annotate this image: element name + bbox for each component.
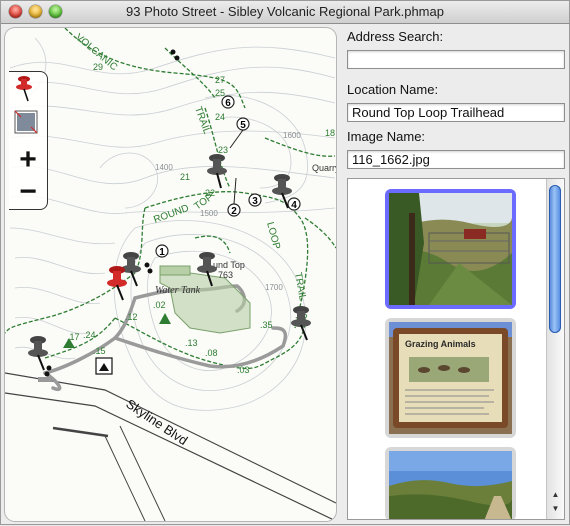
svg-text:.02: .02	[153, 300, 166, 310]
svg-text:22: 22	[205, 188, 215, 198]
title-bar: 93 Photo Street - Sibley Volcanic Region…	[1, 1, 569, 24]
trail-label-loop: LOOP	[264, 221, 282, 251]
trail-map[interactable]: Skyline Blvd VOLCANIC TRAIL ROUND TOP LO…	[5, 28, 336, 521]
svg-text:27: 27	[215, 75, 225, 85]
scroll-thumb[interactable]	[549, 185, 561, 333]
svg-text:18: 18	[325, 128, 335, 138]
svg-text:25: 25	[215, 88, 225, 98]
photo-fence	[389, 193, 512, 305]
pin-tool[interactable]	[14, 76, 42, 104]
trail-label-round: ROUND	[152, 203, 190, 226]
svg-text:.08: .08	[205, 348, 218, 358]
photo-thumbnail[interactable]: Grazing Animals	[385, 318, 516, 438]
pushpin-icon[interactable]	[207, 154, 227, 189]
marker-2: 2	[231, 206, 237, 217]
photo-list-scrollbar[interactable]: ▲ ▼	[546, 179, 564, 519]
marker-3: 3	[252, 196, 258, 207]
pushpin-icon[interactable]	[291, 306, 311, 341]
svg-text:1500: 1500	[200, 209, 218, 218]
svg-text:1400: 1400	[155, 163, 173, 172]
marker-5: 5	[240, 120, 246, 131]
window-title: 93 Photo Street - Sibley Volcanic Region…	[126, 4, 444, 19]
app-window: 93 Photo Street - Sibley Volcanic Region…	[0, 0, 570, 525]
water-tank-label: Water Tank	[155, 285, 201, 296]
svg-text:23: 23	[218, 145, 228, 155]
image-name-input[interactable]	[347, 150, 565, 169]
map-view[interactable]: Skyline Blvd VOLCANIC TRAIL ROUND TOP LO…	[5, 28, 336, 521]
svg-text:.12: .12	[125, 312, 138, 322]
road-label: Skyline Blvd	[123, 396, 190, 448]
scroll-up-arrow-icon[interactable]: ▲	[550, 489, 561, 500]
rectangle-select-icon	[14, 110, 38, 134]
pushpin-icon[interactable]	[28, 336, 48, 371]
svg-text:1700: 1700	[265, 283, 283, 292]
marker-6: 6	[225, 98, 231, 109]
svg-text:29: 29	[93, 62, 103, 72]
svg-text:.35: .35	[260, 320, 273, 330]
location-name-label: Location Name:	[347, 82, 439, 97]
marker-4: 4	[291, 200, 297, 211]
photo-grazing-sign: Grazing Animals	[389, 322, 512, 434]
svg-text:.13: .13	[185, 338, 198, 348]
svg-text:.03: .03	[237, 365, 250, 375]
quarry-label: Quarry	[312, 163, 336, 173]
scroll-down-arrow-icon[interactable]: ▼	[550, 503, 561, 514]
active-pushpin-icon[interactable]	[107, 266, 127, 301]
rectangle-tool[interactable]	[14, 110, 42, 138]
round-top-label: und Top	[213, 260, 245, 270]
marker-1: 1	[159, 247, 165, 258]
zoom-out-button[interactable]: −	[14, 177, 42, 207]
svg-text:21: 21	[180, 172, 190, 182]
address-search-label: Address Search:	[347, 29, 444, 44]
svg-text:.24: .24	[83, 330, 96, 340]
green-trails	[5, 28, 336, 370]
photo-trail-hills	[389, 451, 512, 519]
zoom-in-button[interactable]: +	[14, 145, 42, 175]
peak-icon	[159, 313, 171, 324]
parking-icon	[38, 377, 52, 382]
svg-text:1600: 1600	[283, 131, 301, 140]
round-top-elevation: 763	[218, 270, 233, 280]
photo-thumbnail-selected[interactable]	[385, 189, 516, 309]
svg-text:24: 24	[215, 112, 225, 122]
round-top-area	[159, 267, 251, 334]
svg-text:.15: .15	[93, 346, 106, 356]
map-toolbox: + −	[9, 71, 48, 210]
sign-title: Grazing Animals	[405, 339, 476, 349]
photo-thumbnail[interactable]	[385, 447, 516, 519]
pushpin-icon	[16, 76, 32, 102]
location-name-input[interactable]	[347, 103, 565, 122]
roads	[5, 372, 336, 521]
trail-labels: VOLCANIC TRAIL ROUND TOP LOOP TRAIL	[73, 32, 308, 302]
address-search-input[interactable]	[347, 50, 565, 69]
image-name-label: Image Name:	[347, 129, 426, 144]
water-tank-area	[159, 265, 191, 276]
photo-list[interactable]: Grazing Animals ▲ ▼	[347, 178, 565, 520]
detail-panel: Address Search: Location Name: Image Nam…	[343, 23, 570, 526]
